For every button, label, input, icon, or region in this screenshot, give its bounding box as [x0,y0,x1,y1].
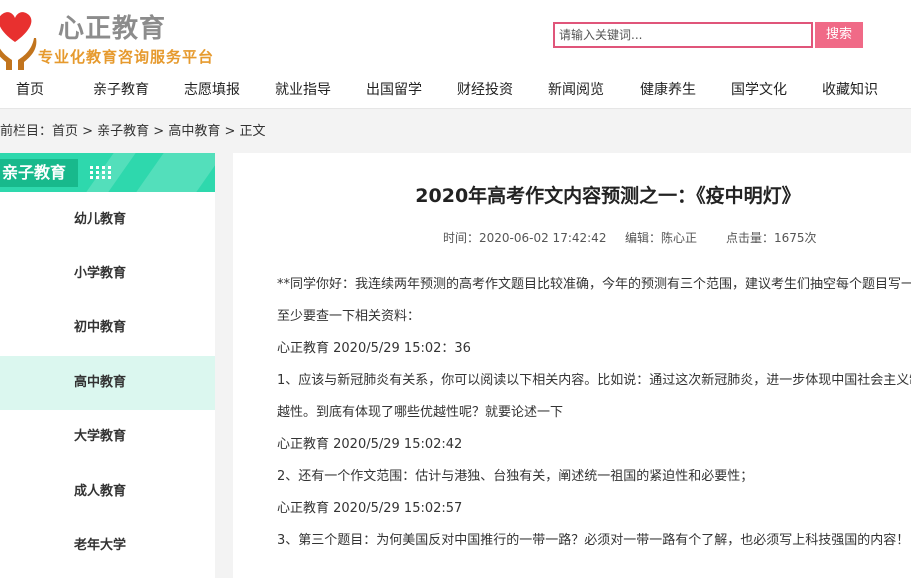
sidebar-item-label: 高中教育 [74,375,127,390]
article-time: 时间：2020-06-02 17:42:42 [443,231,607,245]
nav-item-news[interactable]: 新闻阅览 [548,72,604,108]
sidebar-item-adult[interactable]: 成人教育 [0,465,215,519]
article-paragraph: 越性。到底有体现了哪些优越性呢？就要论述一下 [277,405,564,420]
article-title: 2020年高考作文内容预测之一：《疫中明灯》 [415,185,801,207]
sidebar: 亲子教育 幼儿教育 小学教育 初中教育 高中教育 大学教育 成人教育 老年大学 [0,153,215,578]
sidebar-heading: 亲子教育 [0,159,78,187]
dots-grid-icon [90,166,111,179]
nav-item-parenting[interactable]: 亲子教育 [93,72,149,108]
sidebar-item-label: 老年大学 [74,538,127,553]
article-paragraph: 心正教育 2020/5/29 15:02：36 [277,341,471,356]
sidebar-item-senior-university[interactable]: 老年大学 [0,519,215,573]
article-paragraph: 心正教育 2020/5/29 15:02:42 [277,437,463,452]
nav-item-finance[interactable]: 财经投资 [457,72,513,108]
site-header: 心正教育 专业化教育咨询服务平台 请输入关键词... 搜索 [0,0,911,72]
article-views: 点击量：1675次 [726,231,817,245]
site-tagline: 专业化教育咨询服务平台 [38,48,215,66]
site-title[interactable]: 心正教育 [58,8,166,45]
nav-item-culture[interactable]: 国学文化 [731,72,787,108]
article-paragraph: **同学你好：我连续两年预测的高考作文题目比较准确，今年的预测有三个范围，建议考… [277,277,911,292]
nav-item-home[interactable]: 首页 [16,72,44,108]
sidebar-item-senior-high[interactable]: 高中教育 [0,356,215,410]
sidebar-item-label: 成人教育 [74,484,127,499]
article: 2020年高考作文内容预测之一：《疫中明灯》 时间：2020-06-02 17:… [233,153,911,578]
header-stripe [136,153,215,192]
main-nav: 首页 亲子教育 志愿填报 就业指导 出国留学 财经投资 新闻阅览 健康养生 国学… [0,72,911,109]
search-input[interactable]: 请输入关键词... [553,22,813,48]
nav-item-collecting[interactable]: 收藏知识 [822,72,878,108]
sidebar-header: 亲子教育 [0,153,215,192]
nav-item-career[interactable]: 就业指导 [275,72,331,108]
sidebar-item-junior-high[interactable]: 初中教育 [0,301,215,355]
logo-heart-hands-icon[interactable] [0,8,38,70]
sidebar-item-primary[interactable]: 小学教育 [0,247,215,301]
nav-item-application[interactable]: 志愿填报 [184,72,240,108]
search-button[interactable]: 搜索 [815,22,863,48]
article-paragraph: 心正教育 2020/5/29 15:02:57 [277,501,463,516]
article-editor: 编辑：陈心正 [625,231,698,245]
sidebar-item-label: 初中教育 [74,320,127,335]
sidebar-item-label: 大学教育 [74,429,127,444]
breadcrumb[interactable]: 前栏目：首页 > 亲子教育 > 高中教育 > 正文 [0,122,265,142]
nav-item-health[interactable]: 健康养生 [640,72,696,108]
sidebar-item-label: 小学教育 [74,266,127,281]
sidebar-item-kindergarten[interactable]: 幼儿教育 [0,193,215,247]
sidebar-item-label: 幼儿教育 [74,212,127,227]
article-paragraph: 3、第三个题目：为何美国反对中国推行的一带一路？必须对一带一路有个了解，也必须写… [277,533,910,548]
article-paragraph: 2、还有一个作文范围：估计与港独、台独有关，阐述统一祖国的紧迫性和必要性； [277,469,754,484]
sidebar-item-university[interactable]: 大学教育 [0,410,215,464]
nav-item-study-abroad[interactable]: 出国留学 [366,72,422,108]
article-paragraph: 1、应该与新冠肺炎有关系，你可以阅读以下相关内容。比如说：通过这次新冠肺炎，进一… [277,373,911,388]
article-paragraph: 至少要查一下相关资料： [277,309,421,324]
